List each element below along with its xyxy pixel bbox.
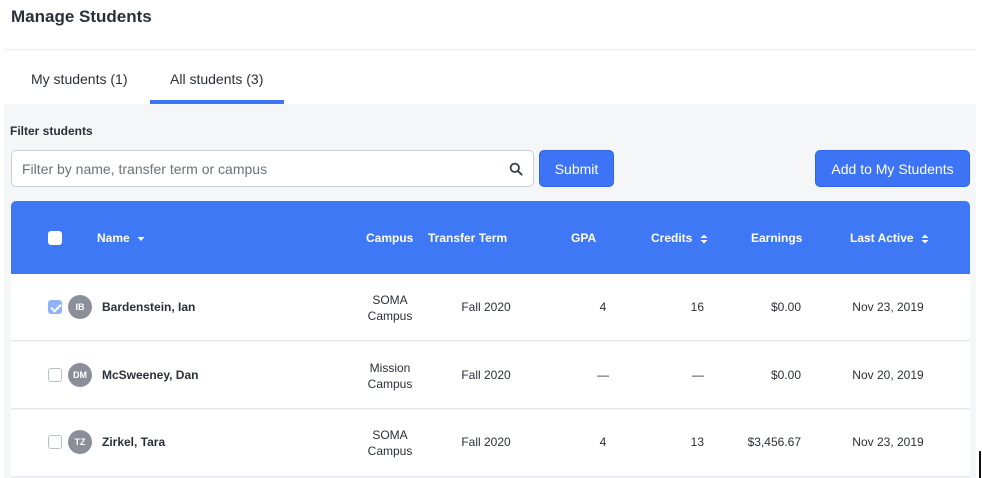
gpa-cell: 4 bbox=[599, 300, 607, 314]
earnings-cell: $0.00 bbox=[770, 300, 801, 314]
campus-line2: Campus bbox=[367, 444, 413, 458]
title-divider bbox=[4, 49, 976, 50]
last-active-cell: Nov 23, 2019 bbox=[852, 300, 924, 314]
transfer-term-cell: Fall 2020 bbox=[461, 300, 511, 314]
submit-button[interactable]: Submit bbox=[539, 150, 614, 187]
table-row[interactable]: TZ Zirkel, Tara SOMA Campus Fall 2020 4 … bbox=[11, 410, 970, 477]
campus-line2: Campus bbox=[367, 377, 413, 391]
tab-all-students[interactable]: All students (3) bbox=[170, 71, 263, 87]
header-earnings: Earnings bbox=[751, 231, 803, 245]
search-input[interactable] bbox=[22, 151, 502, 186]
tab-bar: My students (1) All students (3) bbox=[4, 51, 976, 104]
table-row[interactable]: DM McSweeney, Dan Mission Campus Fall 20… bbox=[11, 342, 970, 409]
campus-cell: SOMA Campus bbox=[355, 292, 425, 324]
add-to-my-students-button[interactable]: Add to My Students bbox=[815, 150, 970, 187]
header-last-active[interactable]: Last Active bbox=[850, 231, 929, 245]
campus-line1: SOMA bbox=[372, 428, 408, 442]
student-name[interactable]: McSweeney, Dan bbox=[102, 368, 198, 382]
tab-my-students[interactable]: My students (1) bbox=[31, 71, 127, 87]
transfer-term-cell: Fall 2020 bbox=[461, 435, 511, 449]
table-row[interactable]: IB Bardenstein, Ian SOMA Campus Fall 202… bbox=[11, 274, 970, 341]
caret-down-icon bbox=[137, 236, 145, 241]
sort-icon bbox=[700, 234, 708, 244]
row-checkbox[interactable] bbox=[48, 368, 62, 382]
table-header: Name Campus Transfer Term GPA Credits Ea… bbox=[11, 201, 970, 274]
campus-line1: Mission bbox=[369, 361, 411, 375]
select-all-checkbox[interactable] bbox=[48, 231, 62, 245]
student-name[interactable]: Bardenstein, Ian bbox=[102, 300, 195, 314]
credits-cell: 16 bbox=[690, 300, 704, 314]
avatar: IB bbox=[68, 295, 92, 319]
header-name[interactable]: Name bbox=[97, 231, 145, 245]
gpa-cell: 4 bbox=[599, 435, 607, 449]
student-name[interactable]: Zirkel, Tara bbox=[102, 435, 165, 449]
campus-cell: Mission Campus bbox=[355, 360, 425, 392]
row-checkbox[interactable] bbox=[48, 300, 62, 314]
last-active-cell: Nov 20, 2019 bbox=[852, 368, 924, 382]
campus-line2: Campus bbox=[367, 309, 413, 323]
search-box bbox=[11, 150, 534, 187]
campus-line1: SOMA bbox=[372, 293, 408, 307]
header-gpa: GPA bbox=[571, 231, 597, 245]
header-last-active-label: Last Active bbox=[850, 231, 914, 245]
gpa-cell: — bbox=[597, 368, 609, 382]
filter-label: Filter students bbox=[10, 124, 93, 138]
header-transfer-term: Transfer Term bbox=[428, 231, 508, 245]
sort-icon bbox=[921, 234, 929, 244]
row-checkbox[interactable] bbox=[48, 435, 62, 449]
transfer-term-cell: Fall 2020 bbox=[461, 368, 511, 382]
header-credits[interactable]: Credits bbox=[651, 231, 708, 245]
header-name-label: Name bbox=[97, 231, 130, 245]
avatar: DM bbox=[68, 363, 92, 387]
credits-cell: 13 bbox=[690, 435, 704, 449]
campus-cell: SOMA Campus bbox=[355, 427, 425, 459]
search-icon[interactable] bbox=[509, 162, 523, 176]
earnings-cell: $3,456.67 bbox=[747, 435, 801, 449]
text-cursor bbox=[979, 451, 981, 478]
last-active-cell: Nov 23, 2019 bbox=[852, 435, 924, 449]
earnings-cell: $0.00 bbox=[770, 368, 801, 382]
credits-cell: — bbox=[692, 368, 704, 382]
header-credits-label: Credits bbox=[651, 231, 693, 245]
header-campus: Campus bbox=[366, 231, 414, 245]
page-title: Manage Students bbox=[11, 7, 152, 26]
avatar: TZ bbox=[68, 430, 92, 454]
